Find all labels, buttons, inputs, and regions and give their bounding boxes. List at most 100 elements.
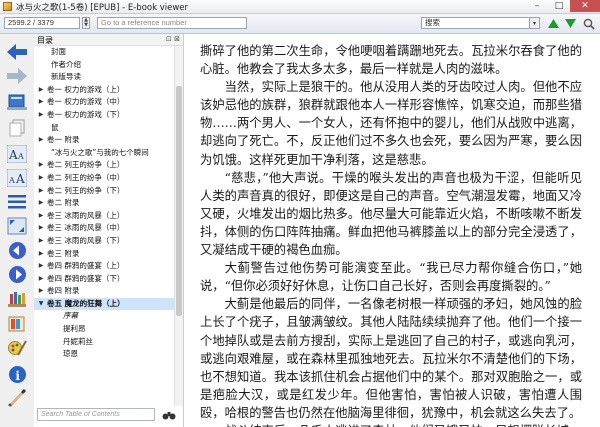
toc-item[interactable]: ▶ 卷三 冰雨的风暴（上） — [34, 210, 175, 223]
svg-text:A: A — [15, 172, 25, 186]
reference-input[interactable] — [97, 17, 247, 29]
toc-item[interactable]: 封面 — [34, 46, 175, 59]
bookmark-icon[interactable] — [5, 314, 29, 334]
svg-text:i: i — [15, 369, 20, 383]
toc-search-input[interactable] — [37, 408, 155, 421]
toc-item-label: 卷三 附录 — [47, 248, 80, 258]
next-page-icon[interactable] — [5, 264, 29, 284]
font-smaller-icon[interactable]: AA — [5, 168, 29, 188]
reader-pane[interactable]: 撕碎了他的第二次生命，令他哽咽着蹒跚地死去。瓦拉米尔吞食了他的心脏。他教会了我太… — [184, 34, 600, 427]
position-spinner[interactable]: ▲ ▼ — [82, 17, 90, 29]
book-paragraph: 战斗结束后，几千人逃进了森林，他们又饿又怕，只想摆脱长城 — [200, 422, 582, 427]
position-input[interactable] — [4, 17, 80, 29]
toc-item-label: 封面 — [51, 47, 66, 56]
open-book-icon[interactable] — [5, 92, 29, 112]
window-controls: – □ ✕ — [526, 0, 600, 13]
forward-icon[interactable] — [5, 66, 29, 86]
book-paragraph: 大蓟警告过他伤势可能演变至此。“我已尽力帮你缝合伤口，”她说，“但你必须好好休息… — [200, 261, 582, 294]
toc-item[interactable]: 丹妮莉丝 — [34, 336, 175, 349]
toc-item-label: 卷一 附录 — [47, 135, 80, 145]
search-input[interactable] — [421, 17, 530, 29]
toc-item-label: 卷二 列王的纷争（下） — [47, 185, 125, 195]
toc-item[interactable]: ▶ 卷四 群鸦的盛宴（上） — [34, 260, 175, 273]
toc-item-label: 卷三 冰雨的风暴（上） — [47, 210, 125, 220]
toc-item-label: 卷三 冰雨的风暴（下） — [47, 235, 125, 245]
find-icon[interactable] — [582, 17, 596, 30]
collapse-arrow-icon[interactable]: ▼ — [37, 298, 45, 311]
toc-item[interactable]: ▶ 卷一 权力的游戏（上） — [34, 84, 175, 97]
toc-item[interactable]: ▶ 卷四 群鸦的盛宴（下） — [34, 273, 175, 286]
font-larger-icon[interactable]: AA — [5, 144, 29, 164]
expand-arrow-icon[interactable]: ▶ — [37, 96, 45, 109]
book-text: 撕碎了他的第二次生命，令他哽咽着蹒跚地死去。瓦拉米尔吞食了他的心脏。他教会了我太… — [200, 42, 582, 427]
toc-item[interactable]: 新版导读 — [34, 71, 175, 84]
binoculars-icon[interactable] — [160, 408, 178, 421]
find-previous-icon[interactable] — [546, 17, 560, 30]
expand-arrow-icon[interactable]: ▶ — [37, 210, 45, 223]
preferences-icon[interactable] — [5, 338, 29, 358]
toc-item[interactable]: ▶ 卷四 附录 — [34, 285, 175, 298]
expand-arrow-icon[interactable]: ▶ — [37, 84, 45, 97]
expand-arrow-icon[interactable]: ▶ — [37, 235, 45, 248]
book-paragraph: 撕碎了他的第二次生命，令他哽咽着蹒跚地死去。瓦拉米尔吞食了他的心脏。他教会了我太… — [200, 44, 582, 77]
maximize-button[interactable]: □ — [548, 0, 570, 12]
app-icon — [3, 2, 12, 11]
expand-arrow-icon[interactable]: ▶ — [37, 172, 45, 185]
print-icon[interactable] — [5, 388, 29, 408]
expand-arrow-icon[interactable]: ▶ — [37, 109, 45, 122]
top-toolbar: ▲▼ ▾ — [0, 14, 600, 34]
toc-item[interactable]: ▶ 卷三 冰雨的风暴（中） — [34, 222, 175, 235]
toc-item[interactable]: ▶ 卷一 权力的游戏（中） — [34, 96, 175, 109]
toc-item[interactable]: ▶ 卷二 列王的纷争（下） — [34, 185, 175, 198]
toc-item-label: 卷四 附录 — [47, 286, 80, 296]
expand-arrow-icon[interactable]: ▶ — [37, 134, 45, 147]
find-next-icon[interactable] — [563, 17, 577, 30]
toc-title: 目录 — [37, 36, 53, 45]
toc-item[interactable]: ▶ 卷二 附录 — [34, 197, 175, 210]
toc-item[interactable]: ▶ 卷一 附录 — [34, 134, 175, 147]
expand-arrow-icon[interactable]: ▶ — [37, 260, 45, 273]
toc-item[interactable]: 提利昂 — [34, 323, 175, 336]
expand-arrow-icon[interactable]: ▶ — [37, 197, 45, 210]
toc-item[interactable]: 琼恩 — [34, 348, 175, 361]
toc-item[interactable]: “冰与火之歌”与我的七个瞬间 — [34, 147, 175, 160]
toc-item[interactable]: 作者介绍 — [34, 59, 175, 72]
toc-scroll-thumb[interactable] — [176, 86, 182, 316]
table-of-contents-icon[interactable] — [5, 192, 29, 212]
toc-item[interactable]: ▼ 卷五 魔龙的狂舞（上） — [34, 297, 175, 311]
previous-page-icon[interactable] — [5, 240, 29, 260]
minimize-button[interactable]: – — [526, 0, 548, 12]
copy-icon[interactable] — [5, 118, 29, 138]
reference-mode-icon[interactable] — [5, 290, 29, 310]
toc-item-label: 琼恩 — [63, 349, 78, 359]
expand-arrow-icon[interactable]: ▶ — [37, 185, 45, 198]
toc-item[interactable]: ▶ 卷二 列王的纷争（上） — [34, 159, 175, 172]
toc-item[interactable]: ▶ 卷三 附录 — [34, 248, 175, 261]
toc-item-label: 卷四 群鸦的盛宴（上） — [47, 261, 125, 271]
window-title: 冰与火之歌(1-5卷) [EPUB] - E-book viewer — [16, 3, 189, 13]
toc-item-label: 卷一 权力的游戏（中） — [47, 97, 125, 107]
expand-arrow-icon[interactable]: ▶ — [37, 285, 45, 298]
toc-item[interactable]: 鼠 — [34, 122, 175, 135]
full-screen-icon[interactable] — [5, 216, 29, 236]
toc-scrollbar[interactable] — [174, 46, 183, 406]
close-button[interactable]: ✕ — [570, 0, 600, 12]
toc-item[interactable]: ▶ 卷二 列王的纷争（中） — [34, 172, 175, 185]
expand-arrow-icon[interactable]: ▶ — [37, 273, 45, 286]
expand-arrow-icon[interactable]: ▶ — [37, 159, 45, 172]
toc-item-label: 新版导读 — [51, 72, 81, 82]
metadata-info-icon[interactable]: i — [5, 364, 29, 384]
toc-dock-buttons[interactable]: ⊡ ⊠ — [166, 35, 180, 43]
search-dropdown-button[interactable]: ▾ — [530, 17, 540, 29]
expand-arrow-icon[interactable]: ▶ — [37, 222, 45, 235]
toc-item-label: 卷三 冰雨的风暴（中） — [47, 223, 125, 233]
toc-item-label: 序幕 — [63, 311, 78, 321]
back-icon[interactable] — [5, 42, 29, 62]
expand-arrow-icon[interactable]: ▶ — [37, 248, 45, 261]
toc-item[interactable]: 序幕 — [34, 310, 175, 323]
toc-item-label: 提利昂 — [63, 324, 86, 334]
toc-item[interactable]: ▶ 卷一 权力的游戏（下） — [34, 109, 175, 122]
title-bar: 冰与火之歌(1-5卷) [EPUB] - E-book viewer – □ ✕ — [0, 0, 600, 14]
book-paragraph: “慈悲，”他大声说。干燥的喉头发出的声音也极为干涩，但能听见人类的声音真的很好，… — [200, 170, 582, 258]
toc-item[interactable]: ▶ 卷三 冰雨的风暴（下） — [34, 235, 175, 248]
